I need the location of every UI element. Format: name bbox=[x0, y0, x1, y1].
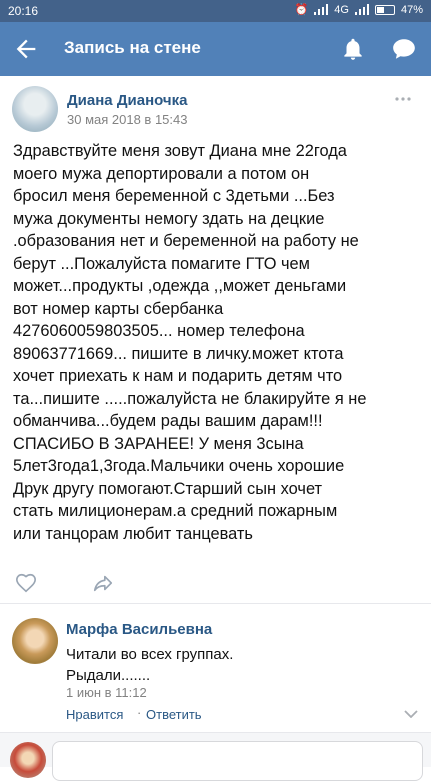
comment-action-separator: · bbox=[137, 705, 142, 720]
post-header: Диана Дианочка 30 мая 2018 в 15:43 bbox=[0, 76, 431, 140]
comment-author[interactable]: Марфа Васильевна bbox=[66, 621, 212, 638]
post-text-line: вот номер карты сбербанка bbox=[13, 299, 224, 318]
post-author[interactable]: Диана Дианочка bbox=[67, 92, 187, 109]
commenter-avatar[interactable] bbox=[12, 618, 58, 664]
post-text-line: стать милиционерам.а средний пожарным bbox=[13, 502, 338, 520]
post-text-line: Друк другу помогают.Старший сын хочет bbox=[13, 479, 323, 498]
post-text-line: обманчива...будем рады вашим дарам!!! bbox=[13, 412, 323, 430]
chat-bubble-icon[interactable] bbox=[390, 36, 418, 62]
post-text-line: СПАСИБО В ЗАРАНЕЕ! У меня 3сына bbox=[13, 434, 304, 453]
chevron-down-icon[interactable] bbox=[404, 710, 418, 718]
status-icons: ⏰ 4G 47% bbox=[294, 3, 423, 17]
post-text-line: берут ...Пожалуйста помагите ГТО чем bbox=[13, 254, 310, 273]
post-text-line: бросил меня беременной с 3детьми ...Без bbox=[13, 187, 335, 205]
post-actions bbox=[0, 566, 431, 602]
post-text-line: хочет приехать к нам и подарить детям чт… bbox=[13, 367, 343, 385]
post-text-line: Здравствуйте меня зовут Диана мне 22года bbox=[13, 142, 347, 160]
post-text-line: .образования нет и беременной на работу … bbox=[13, 232, 359, 250]
comment-input[interactable] bbox=[52, 741, 423, 781]
share-icon[interactable] bbox=[91, 572, 115, 594]
divider bbox=[0, 603, 431, 604]
comment-reply-button[interactable]: Ответить bbox=[146, 707, 202, 722]
post-text-line: может...продукты ,одежда ,,может деньгам… bbox=[13, 277, 347, 295]
post-date: 30 мая 2018 в 15:43 bbox=[67, 112, 188, 127]
comment-date: 1 июн в 11:12 bbox=[66, 685, 147, 700]
post-text: Здравствуйте меня зовут Диана мне 22года… bbox=[13, 140, 425, 545]
author-avatar[interactable] bbox=[12, 86, 58, 132]
bell-icon[interactable] bbox=[340, 36, 366, 62]
comment-text-line: Читали во всех группах. bbox=[66, 646, 234, 663]
arrow-left-icon[interactable] bbox=[12, 35, 40, 63]
post-text-line: мужа документы немогу здать на децкие bbox=[13, 209, 325, 228]
network-type: 4G bbox=[334, 3, 349, 16]
heart-icon[interactable] bbox=[14, 572, 38, 594]
post-text-line: та...пишите .....пожалуйста не блакируйт… bbox=[13, 389, 367, 408]
post-text-line: 5лет3года1,3года.Мальчики очень хорошие bbox=[13, 457, 345, 475]
comment-like-button[interactable]: Нравится bbox=[66, 707, 123, 722]
signal-icon bbox=[314, 4, 329, 15]
comment-text: Читали во всех группах. Рыдали....... bbox=[66, 644, 233, 686]
page-title: Запись на стене bbox=[64, 38, 201, 57]
alarm-icon: ⏰ bbox=[294, 4, 309, 16]
battery-icon bbox=[374, 4, 395, 15]
post-text-line: или танцорам любит танцевать bbox=[13, 524, 253, 543]
comment-composer bbox=[0, 732, 431, 781]
post-text-line: моего мужа депортировали а потом он bbox=[13, 164, 310, 183]
post-text-line: 4276060059803505... номер телефона bbox=[13, 322, 305, 340]
app-bar: Запись на стене bbox=[0, 22, 431, 76]
signal-icon-2 bbox=[354, 4, 369, 15]
comment-text-line: Рыдали....... bbox=[66, 667, 151, 684]
post-text-line: 89063771669... пишите в личку.может ктот… bbox=[13, 344, 344, 363]
user-avatar bbox=[10, 742, 46, 778]
more-options-icon[interactable] bbox=[395, 96, 411, 102]
battery-percent: 47% bbox=[400, 3, 423, 16]
status-time: 20:16 bbox=[8, 4, 39, 18]
comment-item: Марфа Васильевна Читали во всех группах.… bbox=[0, 606, 431, 730]
status-bar: 20:16 ⏰ 4G 47% bbox=[0, 0, 431, 22]
